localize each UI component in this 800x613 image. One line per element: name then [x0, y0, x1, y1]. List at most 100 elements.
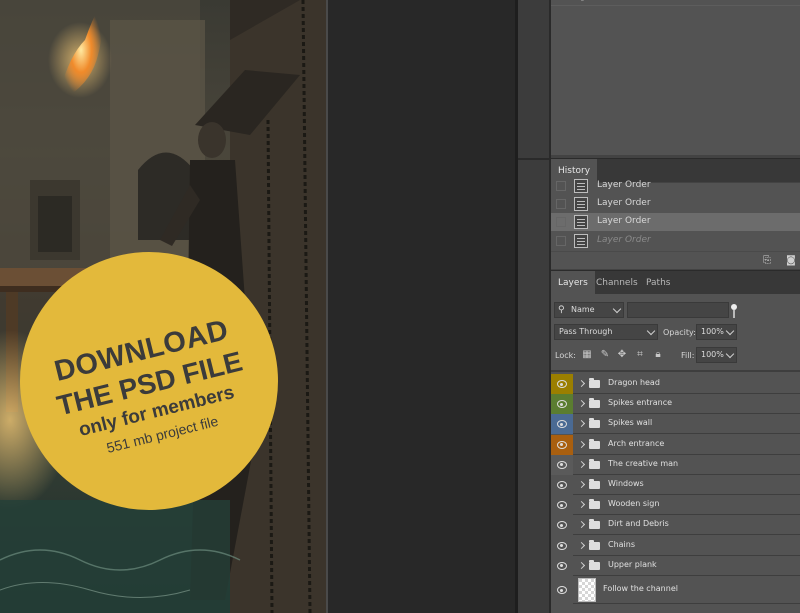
layer-row[interactable]: Arch entrance — [551, 434, 800, 455]
layer-row[interactable]: Spikes entrance — [551, 394, 800, 415]
history-item[interactable]: Layer Order — [551, 195, 800, 213]
layer-visibility-toggle[interactable] — [551, 495, 573, 516]
filter-kind-select[interactable]: ⚲ Name — [554, 302, 624, 318]
layers-list-top-border — [551, 370, 800, 372]
history-brush-source-checkbox[interactable] — [556, 181, 566, 191]
expand-group-chevron-icon[interactable] — [577, 561, 586, 569]
layer-name[interactable]: Windows — [608, 479, 644, 488]
pasteboard — [328, 0, 515, 613]
expand-group-chevron-icon[interactable] — [577, 460, 586, 468]
layer-row[interactable]: The creative man — [551, 454, 800, 475]
lock-transparent-pixels-icon[interactable]: ▦ — [582, 350, 592, 360]
brush-icon[interactable]: ✎ — [600, 350, 610, 360]
history-brush-source-checkbox[interactable] — [556, 236, 566, 246]
layer-row[interactable]: Spikes wall — [551, 414, 800, 435]
layer-visibility-toggle[interactable] — [551, 515, 573, 536]
expand-group-chevron-icon[interactable] — [577, 420, 586, 428]
camera-icon[interactable]: ◙ — [785, 255, 797, 266]
expand-group-chevron-icon[interactable] — [577, 521, 586, 529]
expand-group-chevron-icon[interactable] — [577, 541, 586, 549]
layer-row[interactable]: Chains — [551, 535, 800, 556]
dock-separator — [518, 158, 549, 160]
filter-text-field[interactable] — [627, 302, 729, 318]
expand-group-chevron-icon[interactable] — [577, 400, 586, 408]
layer-visibility-toggle[interactable] — [551, 454, 573, 475]
chevron-down-icon — [646, 326, 656, 336]
opacity-field[interactable]: 100% — [696, 324, 737, 340]
history-item-label: Layer Order — [597, 180, 651, 190]
layer-visibility-toggle[interactable] — [551, 394, 573, 415]
history-brush-source-checkbox[interactable] — [556, 199, 566, 209]
expand-group-chevron-icon[interactable] — [577, 480, 586, 489]
history-item[interactable]: Layer Order — [551, 177, 800, 195]
layer-visibility-toggle[interactable] — [551, 374, 573, 394]
layer-visibility-toggle[interactable] — [551, 555, 573, 576]
filter-kind-value: Name — [571, 305, 595, 314]
folder-icon — [589, 458, 600, 469]
blend-mode-select[interactable]: Pass Through — [554, 324, 658, 340]
layer-row[interactable]: Wooden sign — [551, 495, 800, 516]
fill-field[interactable]: 100% — [696, 347, 737, 363]
folder-icon — [589, 479, 600, 489]
layers-panel: ⚲ Name Pass Through Opacity: 100% Lock: … — [551, 294, 800, 613]
expand-group-chevron-icon[interactable] — [577, 440, 586, 448]
layer-visibility-toggle[interactable] — [551, 576, 573, 604]
layer-row[interactable]: Upper plank — [551, 555, 800, 576]
layer-visibility-toggle[interactable] — [551, 475, 573, 495]
folder-icon — [589, 499, 600, 510]
history-item-selected[interactable]: Layer Order — [551, 213, 800, 231]
history-item-label: Layer Order — [597, 198, 651, 208]
history-item-undone[interactable]: Layer Order — [551, 232, 800, 250]
tab-channels[interactable]: Channels — [589, 271, 645, 295]
document-canvas[interactable]: DOWNLOAD THE PSD FILE only for members 5… — [0, 0, 327, 613]
opacity-value: 100% — [701, 327, 724, 336]
blend-mode-value: Pass Through — [559, 327, 613, 336]
layer-name[interactable]: Spikes wall — [608, 418, 652, 427]
eye-icon — [557, 561, 567, 570]
collapsed-panel-dock — [518, 0, 549, 613]
layer-name[interactable]: Arch entrance — [608, 439, 664, 448]
layer-row[interactable]: Follow the channel — [551, 576, 800, 604]
folder-icon — [589, 539, 600, 550]
layer-row[interactable]: Dirt and Debris — [551, 515, 800, 536]
history-item-label: Layer Order — [597, 235, 651, 245]
layer-row[interactable]: Dragon head — [551, 374, 800, 394]
history-list[interactable]: Layer Order Layer Order Layer Order Laye… — [551, 179, 800, 251]
lock-icon[interactable]: 🔒︎ — [653, 350, 663, 360]
photoshop-window: DOWNLOAD THE PSD FILE only for members 5… — [0, 0, 800, 613]
filter-toggle[interactable] — [731, 304, 737, 318]
eye-icon — [557, 501, 567, 510]
layer-name[interactable]: Upper plank — [608, 560, 657, 569]
layer-name[interactable]: Wooden sign — [608, 499, 659, 508]
eye-icon — [557, 586, 567, 594]
tab-paths[interactable]: Paths — [639, 271, 677, 295]
fill-value: 100% — [701, 350, 724, 359]
move-icon[interactable]: ✥ — [617, 350, 627, 360]
layer-name[interactable]: Dirt and Debris — [608, 519, 669, 528]
folder-icon — [589, 378, 600, 388]
search-icon: ⚲ — [558, 305, 565, 315]
history-brush-source-checkbox[interactable] — [556, 217, 566, 227]
history-state-icon — [574, 197, 588, 211]
layer-row[interactable]: Windows — [551, 475, 800, 495]
eye-icon — [557, 420, 567, 429]
layer-name[interactable]: The creative man — [608, 459, 678, 468]
opacity-label: Opacity: — [663, 328, 696, 337]
layer-name[interactable]: Dragon head — [608, 378, 660, 387]
eye-icon — [557, 400, 567, 409]
eye-icon — [557, 380, 567, 388]
upper-panel-cut-off-row: ┘ — [551, 0, 800, 6]
expand-group-chevron-icon[interactable] — [577, 379, 586, 388]
layer-visibility-toggle[interactable] — [551, 535, 573, 556]
history-state-icon — [574, 234, 588, 248]
artboard-icon[interactable]: ⌗ — [635, 350, 645, 360]
layer-visibility-toggle[interactable] — [551, 434, 573, 455]
layer-name[interactable]: Spikes entrance — [608, 398, 672, 407]
layer-visibility-toggle[interactable] — [551, 414, 573, 435]
layer-name[interactable]: Chains — [608, 540, 635, 549]
new-document-from-state-icon[interactable]: ⎘ — [761, 255, 773, 266]
layer-thumbnail[interactable] — [578, 578, 596, 602]
layer-name[interactable]: Follow the channel — [603, 584, 678, 593]
eye-icon — [557, 541, 567, 550]
expand-group-chevron-icon[interactable] — [577, 501, 586, 509]
